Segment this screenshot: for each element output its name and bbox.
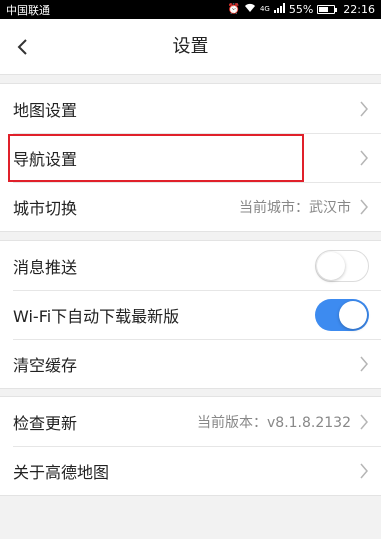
city-switch-item[interactable]: 城市切换 当前城市：武汉市: [0, 182, 381, 231]
clear-cache-label: 清空缓存: [13, 355, 78, 375]
chevron-right-icon: [360, 101, 368, 116]
signal-icon: [273, 3, 285, 16]
current-version-value: 当前版本：v8.1.8.2132: [197, 414, 351, 431]
status-icons: ⏰ 4G 55% 22:16: [227, 3, 375, 16]
clock-time: 22:16: [343, 3, 375, 16]
about-amap-label: 关于高德地图: [13, 462, 110, 482]
alarm-icon: ⏰: [227, 3, 240, 15]
network-type-label: 4G: [259, 5, 270, 13]
chevron-right-icon: [360, 356, 368, 371]
status-bar: 中国联通 ⏰ 4G 55% 22:16: [0, 0, 381, 19]
wifi-auto-download-toggle[interactable]: [315, 298, 369, 331]
city-switch-label: 城市切换: [13, 198, 78, 218]
chevron-right-icon: [360, 150, 368, 165]
clear-cache-item[interactable]: 清空缓存: [0, 339, 381, 388]
check-update-item[interactable]: 检查更新 当前版本：v8.1.8.2132: [0, 397, 381, 446]
current-city-value: 当前城市：武汉市: [239, 199, 351, 216]
page-title: 设置: [172, 36, 209, 57]
back-button[interactable]: [6, 31, 38, 63]
settings-group-about: 检查更新 当前版本：v8.1.8.2132 关于高德地图: [0, 396, 381, 496]
settings-group-map: 地图设置 导航设置 城市切换 当前城市：武汉市: [0, 83, 381, 232]
chevron-right-icon: [360, 463, 368, 478]
wifi-auto-download-label: Wi-Fi下自动下载最新版: [13, 306, 180, 326]
check-update-label: 检查更新: [13, 413, 78, 433]
wifi-icon: [244, 3, 256, 16]
battery-icon: [317, 5, 338, 14]
toggle-knob: [339, 300, 367, 329]
chevron-right-icon: [360, 199, 368, 214]
about-amap-item[interactable]: 关于高德地图: [0, 446, 381, 495]
chevron-right-icon: [360, 414, 368, 429]
toggle-knob: [317, 251, 345, 280]
settings-group-general: 消息推送 Wi-Fi下自动下载最新版 清空缓存: [0, 240, 381, 389]
carrier-name: 中国联通: [6, 3, 50, 17]
map-settings-item[interactable]: 地图设置: [0, 84, 381, 133]
push-notification-label: 消息推送: [13, 257, 78, 277]
chevron-left-icon: [17, 39, 27, 55]
push-notification-item: 消息推送: [0, 241, 381, 290]
wifi-auto-download-item: Wi-Fi下自动下载最新版: [0, 290, 381, 339]
map-settings-label: 地图设置: [13, 100, 78, 120]
battery-percent: 55%: [288, 3, 314, 16]
title-bar: 设置: [0, 19, 381, 75]
navigation-settings-label: 导航设置: [13, 149, 78, 169]
navigation-settings-item[interactable]: 导航设置: [0, 133, 381, 182]
push-notification-toggle[interactable]: [315, 249, 369, 282]
